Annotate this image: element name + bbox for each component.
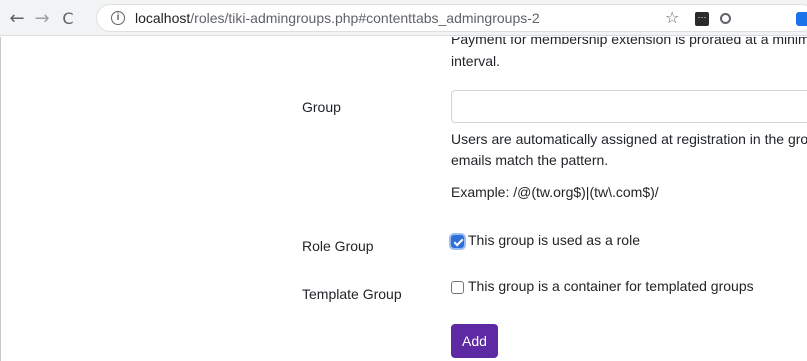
back-arrow-icon[interactable]: ← bbox=[5, 6, 29, 30]
template-group-label: Template Group bbox=[302, 286, 402, 302]
membership-help-text-cont: interval. bbox=[451, 53, 501, 69]
role-group-checkbox-label[interactable]: This group is used as a role bbox=[468, 230, 640, 251]
role-group-label: Role Group bbox=[302, 238, 374, 254]
address-bar[interactable]: i localhost/roles/tiki-admingroups.php#c… bbox=[96, 4, 807, 32]
membership-help-text: Payment for membership extension is pror… bbox=[451, 37, 807, 47]
template-group-checkbox[interactable] bbox=[451, 281, 464, 294]
template-group-checkbox-label[interactable]: This group is a container for templated … bbox=[468, 276, 754, 297]
reload-icon[interactable]: C bbox=[56, 6, 80, 30]
extension-blue-icon[interactable] bbox=[796, 12, 807, 26]
extension-circle-icon[interactable] bbox=[720, 13, 731, 24]
page-content: Payment for membership extension is pror… bbox=[0, 37, 807, 361]
url-host: localhost bbox=[135, 10, 191, 26]
browser-toolbar: ← → C i localhost/roles/tiki-admingroups… bbox=[0, 0, 807, 36]
group-help-text-cont: emails match the pattern. bbox=[451, 152, 609, 168]
extension-icon[interactable]: ··· bbox=[695, 12, 709, 26]
site-info-icon[interactable]: i bbox=[111, 11, 125, 25]
group-example-text: Example: /@(tw.org$)|(tw\.com$)/ bbox=[451, 184, 659, 200]
bookmark-star-icon[interactable]: ☆ bbox=[665, 8, 679, 27]
group-help-text: Users are automatically assigned at regi… bbox=[451, 131, 807, 147]
forward-arrow-icon[interactable]: → bbox=[30, 6, 54, 30]
url-text[interactable]: localhost/roles/tiki-admingroups.php#con… bbox=[135, 10, 540, 26]
url-path: /roles/tiki-admingroups.php#contenttabs_… bbox=[190, 10, 540, 26]
role-group-checkbox[interactable] bbox=[451, 235, 464, 248]
group-label: Group bbox=[302, 99, 341, 115]
group-pattern-input[interactable] bbox=[451, 90, 807, 123]
add-button[interactable]: Add bbox=[451, 324, 498, 358]
